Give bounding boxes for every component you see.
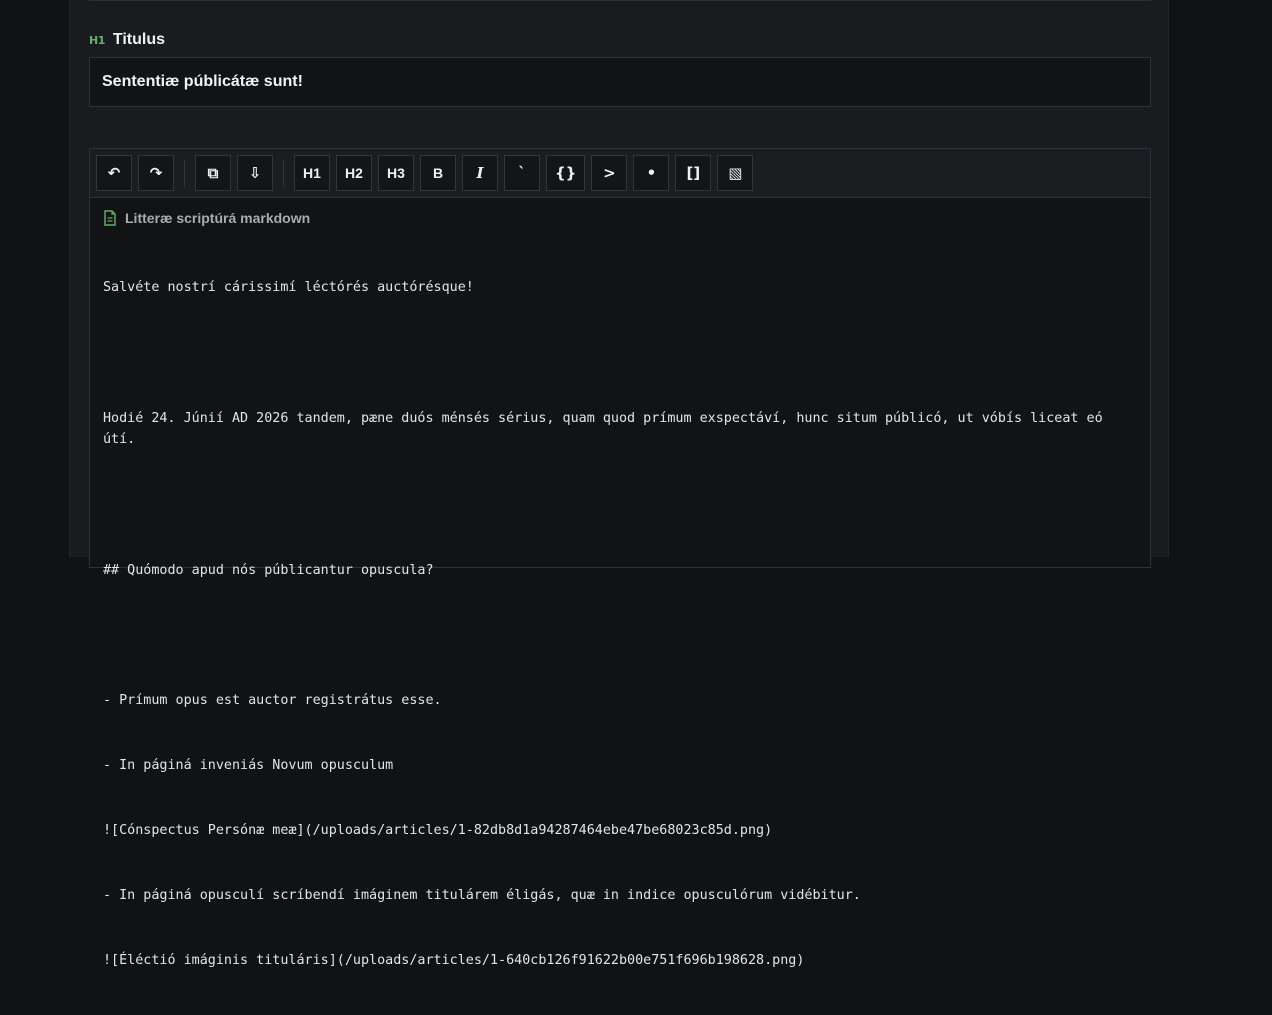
link-button[interactable]: [] [675,155,712,191]
editor-heading-text: Litteræ scriptúrá markdown [125,210,311,226]
text-line: Salvéte nostrí cárissimí léctórés auctór… [103,280,474,296]
text-line: ![Cónspectus Persónæ meæ](/uploads/artic… [103,822,773,838]
text-line [103,494,1137,516]
toolbar-separator [283,159,284,187]
heading2-button[interactable]: H2 [336,155,372,191]
bullet-list-button[interactable]: • [633,155,670,191]
divider [89,0,1151,1]
download-button[interactable]: ⇩ [237,155,273,191]
editor-panel: H1 Titulus ↶ ↷ ⧉ ⇩ H1 H2 H3 B I ` {} > •… [69,0,1169,968]
text-line: ![Éléctió imáginis tituláris](/uploads/a… [103,953,805,969]
editor-toolbar: ↶ ↷ ⧉ ⇩ H1 H2 H3 B I ` {} > • [] ▧ [90,149,1150,198]
toolbar-separator [184,159,185,187]
title-label-text: Titulus [112,31,166,48]
copy-button[interactable]: ⧉ [195,155,231,191]
bold-button[interactable]: B [420,155,456,191]
markdown-textarea[interactable]: Salvéte nostrí cárissimí léctórés auctór… [90,228,1150,1015]
text-line [103,625,1137,647]
text-line: - In páginá inveniás Novum opusculum [103,757,394,773]
title-label: H1 Titulus [89,30,165,50]
text-line: Hodié 24. Júnií AD 2026 tandem, pæne duó… [103,410,1111,448]
undo-button[interactable]: ↶ [96,155,132,191]
text-line: ## Quómodo apud nós públicantur opuscula… [103,562,434,578]
image-button[interactable]: ▧ [717,155,754,191]
code-block-button[interactable]: {} [546,155,586,191]
markdown-editor: ↶ ↷ ⧉ ⇩ H1 H2 H3 B I ` {} > • [] ▧ Litte… [89,148,1151,968]
text-line: - Prímum opus est auctor registrátus ess… [103,692,442,708]
heading1-button[interactable]: H1 [294,155,330,191]
editor-heading: Litteræ scriptúrá markdown [90,198,1150,228]
heading-icon: H1 [89,33,105,47]
text-line [103,343,1137,365]
quote-button[interactable]: > [591,155,628,191]
redo-button[interactable]: ↷ [138,155,174,191]
heading3-button[interactable]: H3 [378,155,414,191]
title-input[interactable] [89,57,1151,107]
text-line: - In páginá opusculí scríbendí imáginem … [103,888,861,904]
inline-code-button[interactable]: ` [504,155,540,191]
italic-button[interactable]: I [462,155,498,191]
document-icon [104,210,116,226]
